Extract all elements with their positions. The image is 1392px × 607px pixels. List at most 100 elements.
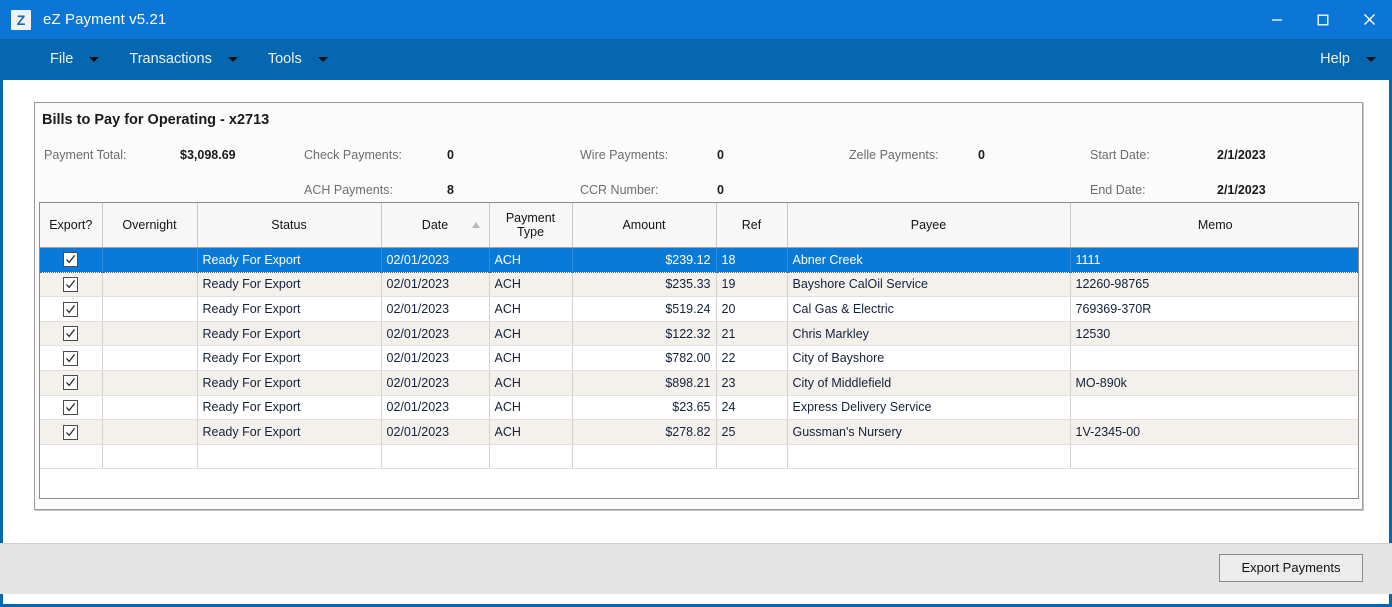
column-header-date[interactable]: Date bbox=[381, 203, 490, 248]
payments-grid[interactable]: Export? Overnight Status Date Payment Ty… bbox=[39, 202, 1359, 499]
checkbox-checked-icon[interactable] bbox=[63, 326, 79, 342]
cell-overnight bbox=[102, 272, 198, 298]
grid-empty-cell bbox=[197, 444, 382, 470]
cell-ref: 21 bbox=[716, 321, 788, 347]
menu-item-file-group[interactable]: File bbox=[42, 39, 107, 80]
cell-status: Ready For Export bbox=[197, 345, 382, 371]
column-header-date-label: Date bbox=[421, 218, 449, 232]
chevron-down-icon-tools[interactable] bbox=[310, 39, 336, 80]
cell-paytype: ACH bbox=[489, 321, 573, 347]
title-bar: Z eZ Payment v5.21 bbox=[0, 0, 1392, 39]
ccr-number-label: CCR Number: bbox=[580, 183, 659, 197]
grid-empty-cell bbox=[40, 444, 103, 470]
column-header-payment-type-label: Payment Type bbox=[505, 211, 556, 239]
grid-empty-cell bbox=[1070, 444, 1358, 470]
close-icon[interactable] bbox=[1346, 0, 1392, 39]
column-header-ref[interactable]: Ref bbox=[716, 203, 788, 248]
export-payments-button[interactable]: Export Payments bbox=[1219, 554, 1363, 582]
export-checkbox-cell[interactable] bbox=[40, 321, 103, 347]
grid-empty-area bbox=[40, 444, 1358, 470]
menu-item-file[interactable]: File bbox=[42, 39, 81, 80]
table-row[interactable]: Ready For Export 02/01/2023 ACH $239.12 18 Ab… bbox=[40, 247, 1358, 273]
menu-item-tools-group[interactable]: Tools bbox=[260, 39, 336, 80]
window-controls bbox=[1254, 0, 1392, 39]
cell-overnight bbox=[102, 296, 198, 322]
start-date-value: 2/1/2023 bbox=[1217, 148, 1266, 162]
cell-ref: 20 bbox=[716, 296, 788, 322]
export-checkbox-cell[interactable] bbox=[40, 345, 103, 371]
column-header-payee[interactable]: Payee bbox=[787, 203, 1071, 248]
table-row[interactable]: Ready For Export 02/01/2023 ACH $278.82 25 Gu… bbox=[40, 419, 1358, 445]
table-row[interactable]: Ready For Export 02/01/2023 ACH $235.33 19 Ba… bbox=[40, 272, 1358, 298]
cell-memo: 1V-2345-00 bbox=[1070, 419, 1358, 445]
menu-item-help-group[interactable]: Help bbox=[1312, 39, 1384, 80]
checkbox-checked-icon[interactable] bbox=[63, 350, 79, 366]
menu-item-transactions[interactable]: Transactions bbox=[121, 39, 219, 80]
chevron-down-icon-file[interactable] bbox=[81, 39, 107, 80]
panel-title-main: Bills to Pay for Operating bbox=[42, 112, 217, 128]
column-header-amount[interactable]: Amount bbox=[572, 203, 717, 248]
chevron-down-icon-help[interactable] bbox=[1358, 39, 1384, 80]
column-header-export[interactable]: Export? bbox=[40, 203, 103, 248]
cell-overnight bbox=[102, 345, 198, 371]
grid-empty-cell bbox=[102, 444, 198, 470]
minimize-icon[interactable] bbox=[1254, 0, 1300, 39]
cell-ref: 18 bbox=[716, 247, 788, 273]
payment-total-label: Payment Total: bbox=[44, 148, 127, 162]
cell-ref: 24 bbox=[716, 395, 788, 421]
chevron-down-icon-transactions[interactable] bbox=[220, 39, 246, 80]
cell-paytype: ACH bbox=[489, 247, 573, 273]
export-checkbox-cell[interactable] bbox=[40, 247, 103, 273]
table-header: Export? Overnight Status Date Payment Ty… bbox=[40, 203, 1358, 248]
payment-summary: Payment Total: $3,098.69 Check Payments:… bbox=[41, 143, 1356, 197]
cell-paytype: ACH bbox=[489, 370, 573, 396]
cell-date: 02/01/2023 bbox=[381, 247, 490, 273]
cell-memo: 12530 bbox=[1070, 321, 1358, 347]
export-checkbox-cell[interactable] bbox=[40, 370, 103, 396]
cell-memo bbox=[1070, 395, 1358, 421]
cell-payee: Chris Markley bbox=[787, 321, 1071, 347]
column-header-payment-type[interactable]: Payment Type bbox=[489, 203, 573, 248]
start-date-label: Start Date: bbox=[1090, 148, 1150, 162]
window-title: eZ Payment v5.21 bbox=[43, 11, 167, 28]
cell-memo bbox=[1070, 345, 1358, 371]
checkbox-checked-icon[interactable] bbox=[63, 399, 79, 415]
cell-memo: 1111 bbox=[1070, 247, 1358, 273]
cell-amount: $278.82 bbox=[572, 419, 717, 445]
checkbox-checked-icon[interactable] bbox=[63, 276, 79, 292]
export-checkbox-cell[interactable] bbox=[40, 395, 103, 421]
maximize-icon[interactable] bbox=[1300, 0, 1346, 39]
table-body: Ready For Export 02/01/2023 ACH $239.12 18 Ab… bbox=[40, 247, 1358, 470]
grid-empty-cell bbox=[572, 444, 717, 470]
zelle-payments-label: Zelle Payments: bbox=[849, 148, 939, 162]
checkbox-checked-icon[interactable] bbox=[63, 301, 79, 317]
payments-table: Export? Overnight Status Date Payment Ty… bbox=[40, 203, 1358, 470]
table-row[interactable]: Ready For Export 02/01/2023 ACH $782.00 22 Ci… bbox=[40, 345, 1358, 371]
table-row[interactable]: Ready For Export 02/01/2023 ACH $122.32 21 Ch… bbox=[40, 321, 1358, 347]
content-area: Bills to Pay for Operating - x2713 Payme… bbox=[0, 80, 1392, 594]
table-row[interactable]: Ready For Export 02/01/2023 ACH $23.65 24 Exp… bbox=[40, 395, 1358, 421]
cell-date: 02/01/2023 bbox=[381, 419, 490, 445]
cell-payee: City of Middlefield bbox=[787, 370, 1071, 396]
table-row[interactable]: Ready For Export 02/01/2023 ACH $898.21 23 Ci… bbox=[40, 370, 1358, 396]
column-header-status[interactable]: Status bbox=[197, 203, 382, 248]
checkbox-checked-icon[interactable] bbox=[63, 424, 79, 440]
cell-amount: $898.21 bbox=[572, 370, 717, 396]
export-checkbox-cell[interactable] bbox=[40, 419, 103, 445]
export-checkbox-cell[interactable] bbox=[40, 272, 103, 298]
cell-payee: Bayshore CalOil Service bbox=[787, 272, 1071, 298]
table-row[interactable]: Ready For Export 02/01/2023 ACH $519.24 20 Ca… bbox=[40, 296, 1358, 322]
cell-overnight bbox=[102, 419, 198, 445]
check-payments-value: 0 bbox=[447, 148, 454, 162]
panel-title-separator: - bbox=[216, 112, 229, 128]
cell-payee: Cal Gas & Electric bbox=[787, 296, 1071, 322]
checkbox-checked-icon[interactable] bbox=[63, 252, 79, 268]
menu-item-help[interactable]: Help bbox=[1312, 39, 1358, 80]
checkbox-checked-icon[interactable] bbox=[63, 375, 79, 391]
export-checkbox-cell[interactable] bbox=[40, 296, 103, 322]
menu-item-tools[interactable]: Tools bbox=[260, 39, 310, 80]
cell-amount: $122.32 bbox=[572, 321, 717, 347]
menu-item-transactions-group[interactable]: Transactions bbox=[121, 39, 245, 80]
column-header-memo[interactable]: Memo bbox=[1070, 203, 1358, 248]
column-header-overnight[interactable]: Overnight bbox=[102, 203, 198, 248]
